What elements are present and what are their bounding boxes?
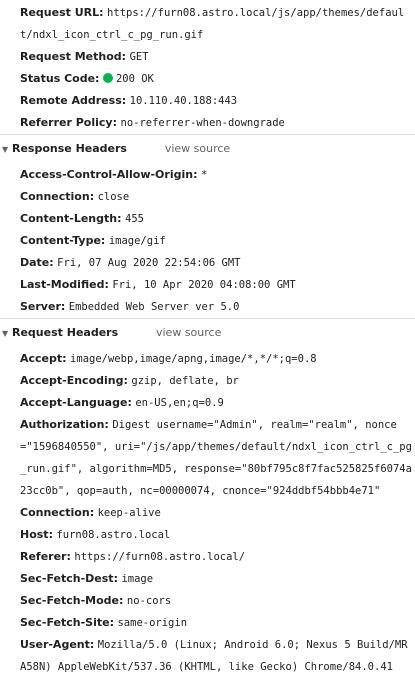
header-value[interactable]: https://furn08.astro.local/ xyxy=(74,551,245,563)
header-row: Accept-Encoding: gzip, deflate, br xyxy=(0,370,415,392)
header-key: Connection: xyxy=(20,506,95,519)
header-key: Authorization: xyxy=(20,418,109,431)
headers-panel: Request URL: https://furn08.astro.local/… xyxy=(0,0,415,678)
header-row: Last-Modified: Fri, 10 Apr 2020 04:08:00… xyxy=(0,274,415,296)
header-row: Connection: keep-alive xyxy=(0,502,415,524)
response-headers-header[interactable]: ▼ Response Headers view source xyxy=(0,134,415,162)
header-key: Connection: xyxy=(20,190,95,203)
header-key: Referer: xyxy=(20,550,71,563)
response-headers-title: Response Headers xyxy=(12,142,127,155)
remote-address-value[interactable]: 10.110.40.188:443 xyxy=(130,95,237,107)
header-key: Accept-Language: xyxy=(20,396,132,409)
header-key: Server: xyxy=(20,300,66,313)
request-headers-title: Request Headers xyxy=(12,326,119,339)
header-key: Sec-Fetch-Mode: xyxy=(20,594,124,607)
request-method-value[interactable]: GET xyxy=(130,51,149,63)
header-row: Accept: image/webp,image/apng,image/*,*/… xyxy=(0,348,415,370)
remote-address-key: Remote Address: xyxy=(20,94,127,107)
header-key: Content-Type: xyxy=(20,234,106,247)
header-row: Access-Control-Allow-Origin: * xyxy=(0,164,415,186)
header-value[interactable]: en-US,en;q=0.9 xyxy=(135,397,224,409)
general-section: Request URL: https://furn08.astro.local/… xyxy=(0,0,415,134)
header-key: Last-Modified: xyxy=(20,278,109,291)
header-key: Sec-Fetch-Site: xyxy=(20,616,114,629)
header-key: Accept-Encoding: xyxy=(20,374,128,387)
request-url-row: Request URL: https://furn08.astro.local/… xyxy=(0,2,415,46)
header-value[interactable]: image/gif xyxy=(109,235,166,247)
request-headers-list: Accept: image/webp,image/apng,image/*,*/… xyxy=(0,346,415,678)
request-headers-header[interactable]: ▼ Request Headers view source xyxy=(0,318,415,346)
referrer-policy-value[interactable]: no-referrer-when-downgrade xyxy=(121,117,285,129)
header-value[interactable]: gzip, deflate, br xyxy=(131,375,238,387)
header-value[interactable]: Fri, 10 Apr 2020 04:08:00 GMT xyxy=(112,279,295,291)
header-value[interactable]: image/webp,image/apng,image/*,*/*;q=0.8 xyxy=(70,353,317,365)
header-key: Host: xyxy=(20,528,53,541)
header-key: Access-Control-Allow-Origin: xyxy=(20,168,198,181)
header-value[interactable]: Embedded Web Server ver 5.0 xyxy=(69,301,240,313)
status-ok-icon xyxy=(102,73,113,83)
status-code-value[interactable]: 200 OK xyxy=(116,73,154,85)
request-method-key: Request Method: xyxy=(20,50,127,63)
header-row: Authorization: Digest username="Admin", … xyxy=(0,414,415,502)
status-code-row: Status Code: 200 OK xyxy=(0,68,415,90)
header-value[interactable]: same-origin xyxy=(117,617,187,629)
triangle-down-icon: ▼ xyxy=(2,145,9,154)
request-method-row: Request Method: GET xyxy=(0,46,415,68)
header-value[interactable]: 455 xyxy=(125,213,144,225)
header-row: Sec-Fetch-Site: same-origin xyxy=(0,612,415,634)
header-value[interactable]: furn08.astro.local xyxy=(56,529,170,541)
request-url-key: Request URL: xyxy=(20,6,104,19)
referrer-policy-key: Referrer Policy: xyxy=(20,116,117,129)
status-code-key: Status Code: xyxy=(20,72,100,85)
header-row: Accept-Language: en-US,en;q=0.9 xyxy=(0,392,415,414)
triangle-down-icon: ▼ xyxy=(2,329,9,338)
header-row: Sec-Fetch-Dest: image xyxy=(0,568,415,590)
header-row: Connection: close xyxy=(0,186,415,208)
header-value[interactable]: keep-alive xyxy=(98,507,161,519)
header-key: User-Agent: xyxy=(20,638,95,651)
response-headers-list: Access-Control-Allow-Origin: * Connection… xyxy=(0,162,415,318)
header-value[interactable]: close xyxy=(98,191,130,203)
referrer-policy-row: Referrer Policy: no-referrer-when-downgr… xyxy=(0,112,415,134)
header-key: Date: xyxy=(20,256,54,269)
header-value[interactable]: no-cors xyxy=(127,595,171,607)
header-value[interactable]: Fri, 07 Aug 2020 22:54:06 GMT xyxy=(57,257,240,269)
header-row: Server: Embedded Web Server ver 5.0 xyxy=(0,296,415,318)
header-row: Host: furn08.astro.local xyxy=(0,524,415,546)
header-row: Content-Length: 455 xyxy=(0,208,415,230)
header-row: Content-Type: image/gif xyxy=(0,230,415,252)
header-value[interactable]: * xyxy=(201,169,207,181)
header-value[interactable]: image xyxy=(121,573,153,585)
request-view-source-link[interactable]: view source xyxy=(156,326,221,339)
header-key: Accept: xyxy=(20,352,67,365)
header-row: Referer: https://furn08.astro.local/ xyxy=(0,546,415,568)
header-key: Sec-Fetch-Dest: xyxy=(20,572,118,585)
remote-address-row: Remote Address: 10.110.40.188:443 xyxy=(0,90,415,112)
header-row: Sec-Fetch-Mode: no-cors xyxy=(0,590,415,612)
header-row: User-Agent: Mozilla/5.0 (Linux; Android … xyxy=(0,634,415,678)
header-row: Date: Fri, 07 Aug 2020 22:54:06 GMT xyxy=(0,252,415,274)
header-key: Content-Length: xyxy=(20,212,122,225)
response-view-source-link[interactable]: view source xyxy=(165,142,230,155)
